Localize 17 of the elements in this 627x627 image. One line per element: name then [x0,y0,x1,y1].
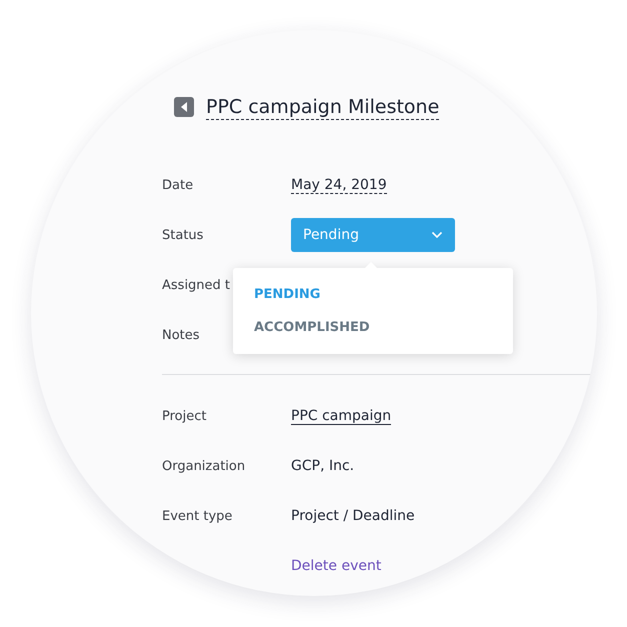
back-icon[interactable] [174,97,194,117]
field-value: Project / Deadline [291,508,415,524]
status-option[interactable]: PENDING [233,278,513,311]
field-label: Assigned t [162,278,232,292]
field-label: Project [162,408,208,424]
project-link[interactable]: PPC campaign [291,408,392,424]
field-label: Date [162,178,194,192]
delete-link[interactable]: Delete event [291,558,382,574]
chevron-icon [431,231,443,239]
field-label: Organization [162,458,246,474]
field-label: Notes [162,328,201,342]
field-label: Event type [162,508,234,524]
status-option[interactable]: ACCOMPLISHED [233,311,513,344]
date-value[interactable]: May 24, 2019 [291,176,387,194]
event-title[interactable]: PPC campaign Milestone [206,94,440,120]
field-label: Status [162,228,204,242]
field-value: GCP, Inc. [291,458,354,474]
